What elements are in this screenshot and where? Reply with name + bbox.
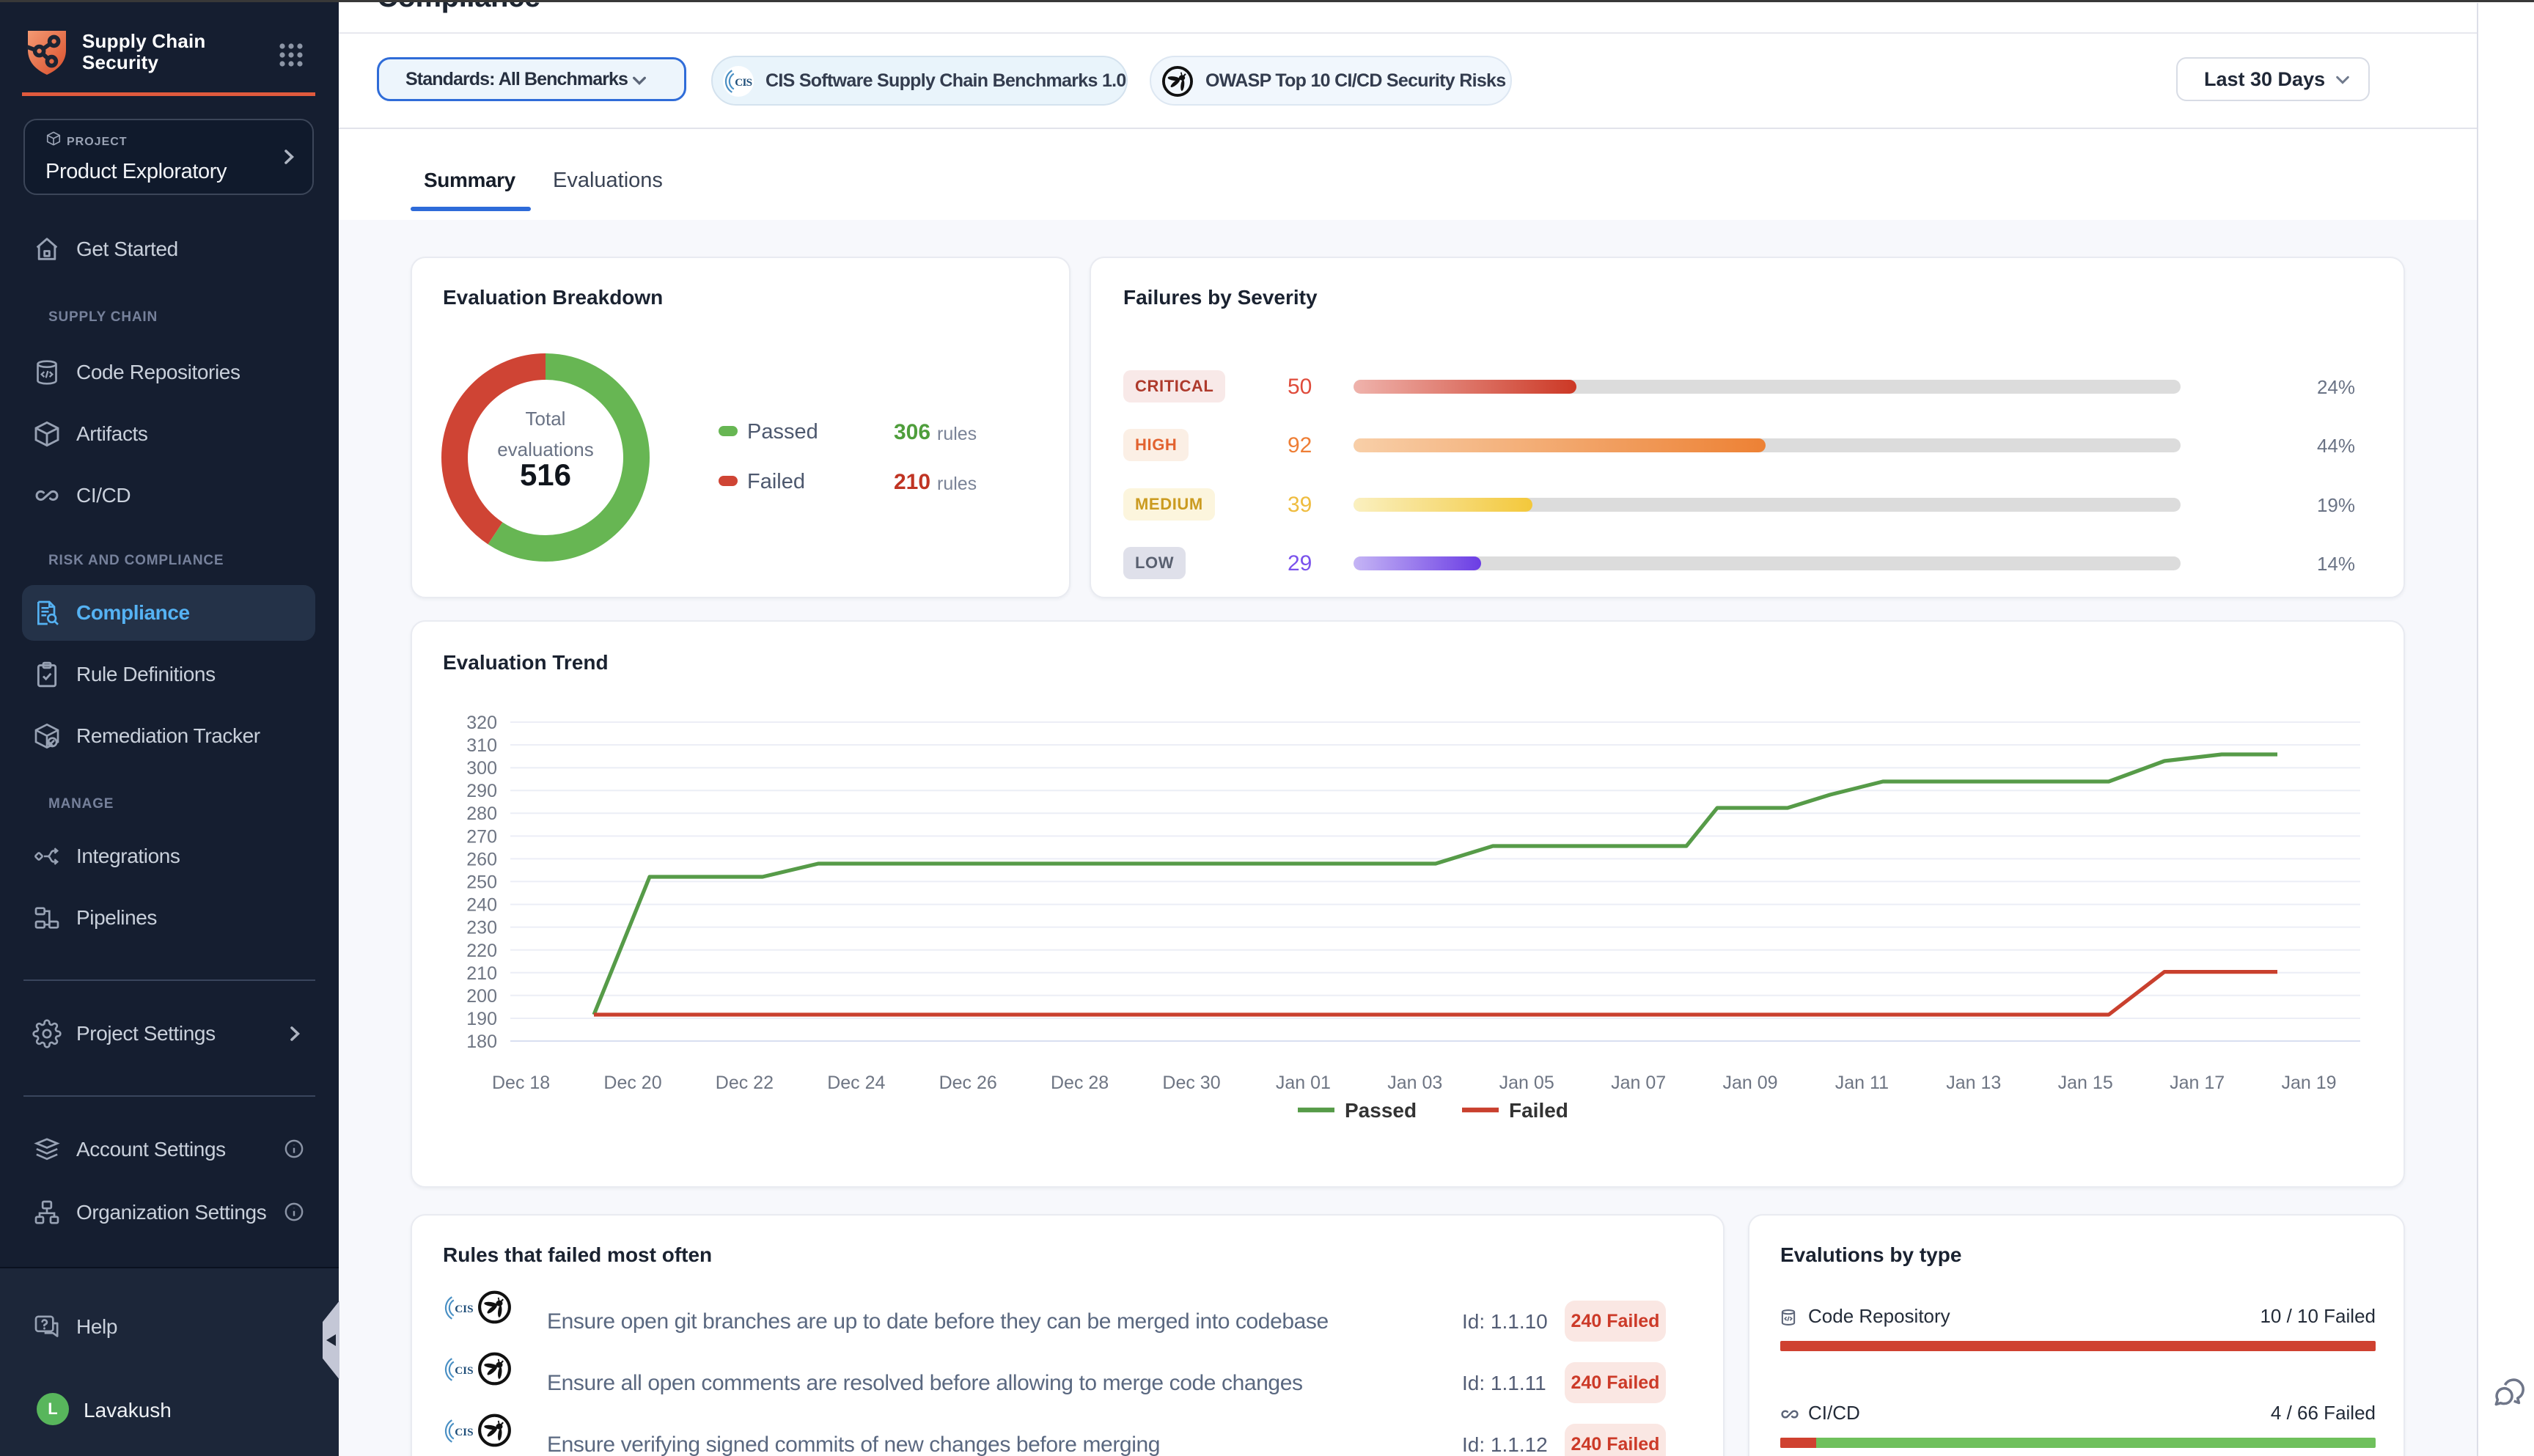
svg-text:320: 320 (466, 713, 497, 733)
svg-text:230: 230 (466, 918, 497, 938)
svg-text:190: 190 (466, 1009, 497, 1029)
svg-text:290: 290 (466, 781, 497, 801)
svg-text:180: 180 (466, 1032, 497, 1052)
svg-text:Dec 28: Dec 28 (1051, 1073, 1109, 1093)
svg-text:CIS: CIS (455, 1364, 473, 1377)
svg-text:Passed: Passed (1345, 1099, 1417, 1122)
svg-text:Jan 09: Jan 09 (1722, 1073, 1777, 1093)
svg-text:260: 260 (466, 849, 497, 869)
svg-text:Jan 19: Jan 19 (2281, 1073, 2336, 1093)
svg-text:Dec 30: Dec 30 (1162, 1073, 1220, 1093)
svg-text:Dec 18: Dec 18 (492, 1073, 550, 1093)
svg-text:210: 210 (466, 963, 497, 984)
svg-text:270: 270 (466, 826, 497, 847)
svg-text:Dec 22: Dec 22 (716, 1073, 774, 1093)
svg-text:220: 220 (466, 941, 497, 961)
svg-text:250: 250 (466, 872, 497, 892)
svg-text:Jan 17: Jan 17 (2170, 1073, 2225, 1093)
svg-text:Jan 05: Jan 05 (1499, 1073, 1554, 1093)
svg-text:Jan 07: Jan 07 (1611, 1073, 1666, 1093)
svg-text:Jan 15: Jan 15 (2058, 1073, 2113, 1093)
svg-text:CIS: CIS (735, 76, 752, 89)
svg-text:Failed: Failed (1509, 1099, 1568, 1122)
svg-text:Jan 11: Jan 11 (1835, 1073, 1889, 1093)
svg-text:300: 300 (466, 758, 497, 779)
svg-text:Dec 24: Dec 24 (827, 1073, 885, 1093)
svg-text:240: 240 (466, 895, 497, 916)
svg-text:Jan 03: Jan 03 (1387, 1073, 1442, 1093)
svg-text:Dec 26: Dec 26 (939, 1073, 997, 1093)
svg-text:200: 200 (466, 986, 497, 1007)
svg-text:Jan 13: Jan 13 (1946, 1073, 2001, 1093)
svg-text:Jan 01: Jan 01 (1276, 1073, 1331, 1093)
svg-text:CIS: CIS (455, 1303, 473, 1315)
svg-text:Dec 20: Dec 20 (603, 1073, 661, 1093)
svg-text:280: 280 (466, 804, 497, 824)
svg-text:310: 310 (466, 735, 497, 756)
svg-text:CIS: CIS (455, 1426, 473, 1438)
